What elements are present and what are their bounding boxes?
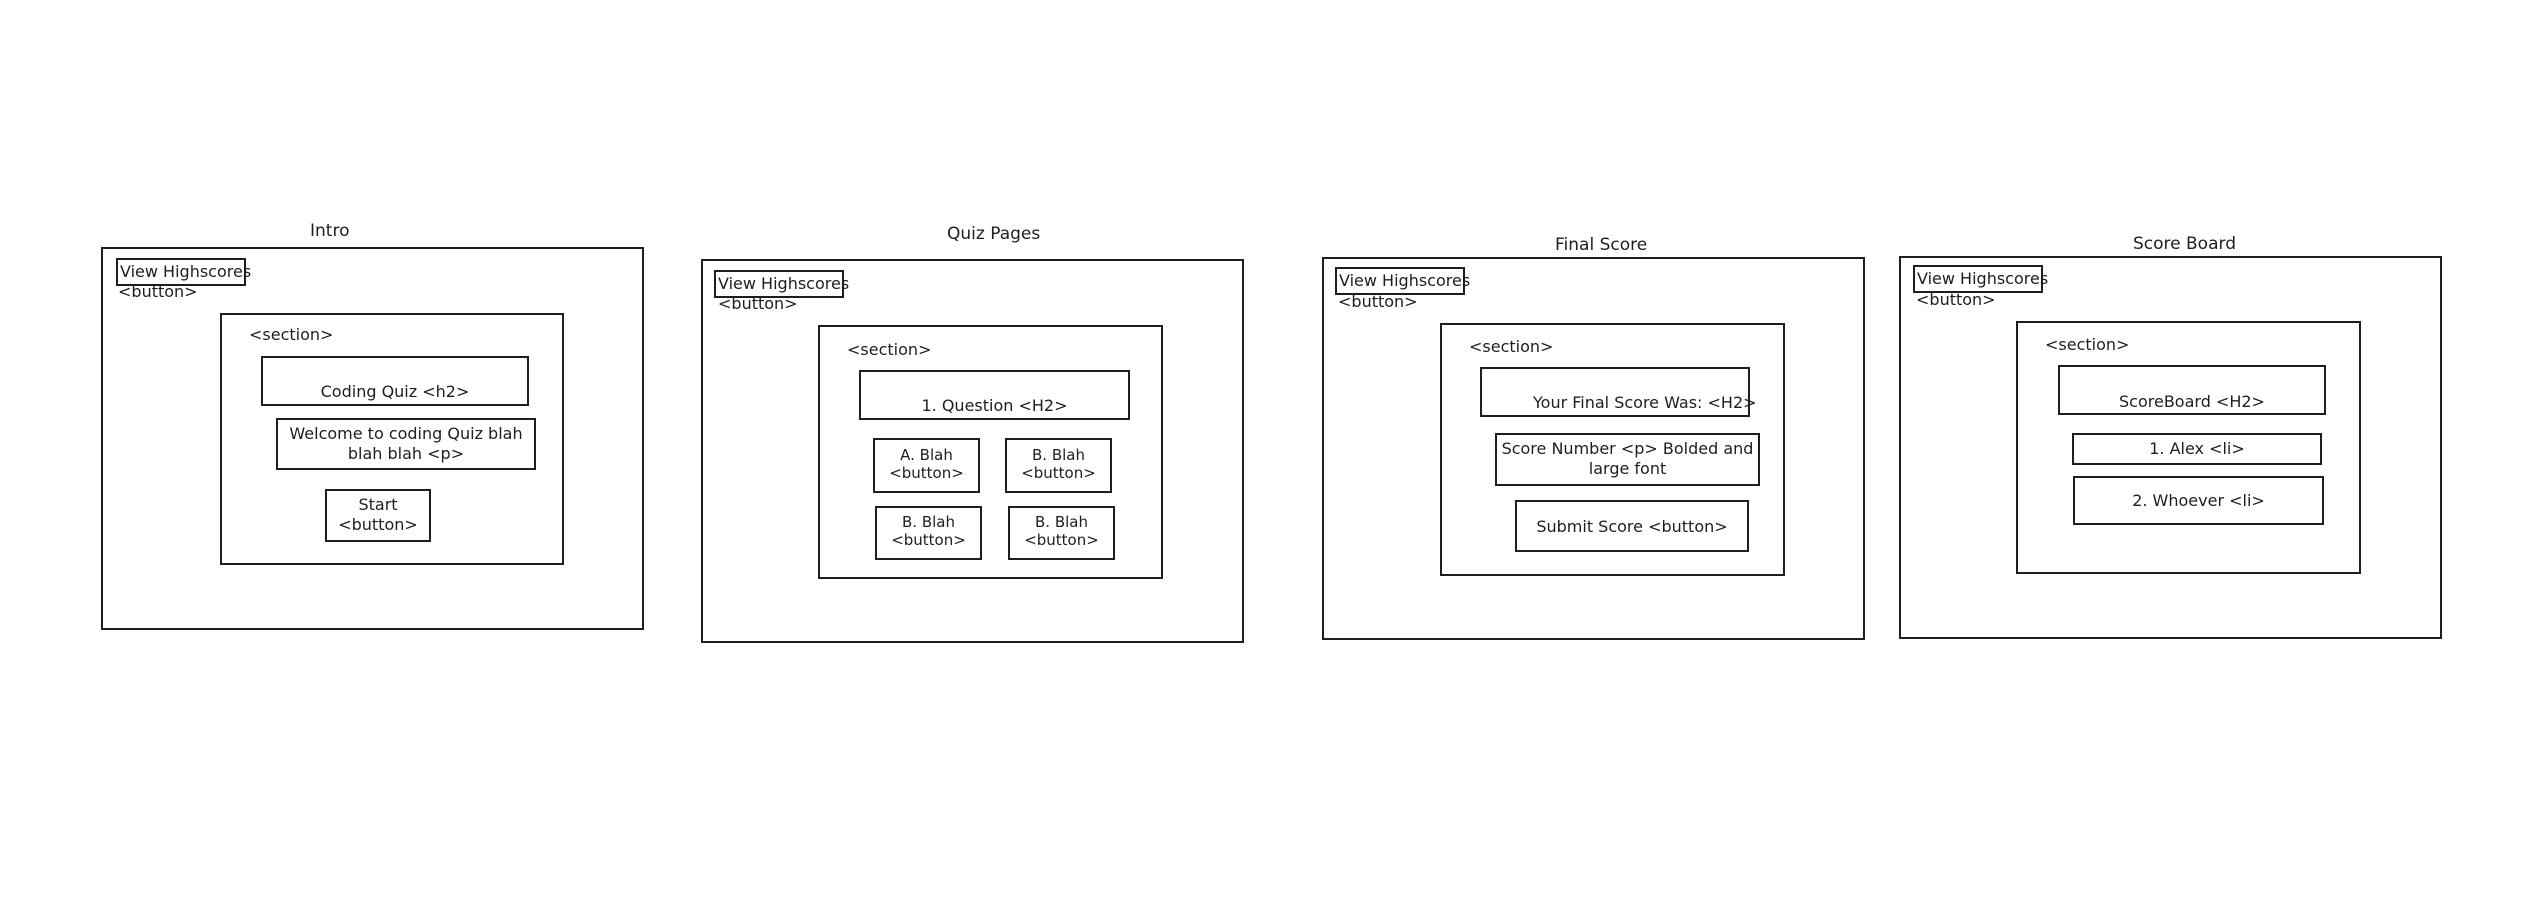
answer-a-button[interactable]: A. Blah <button> bbox=[873, 438, 980, 493]
view-highscores-button[interactable]: View Highscores bbox=[1913, 265, 2048, 293]
view-highscores-button[interactable]: View Highscores bbox=[1335, 267, 1470, 295]
view-highscores-label: View Highscores bbox=[1339, 271, 1471, 290]
view-highscores-label: View Highscores bbox=[718, 274, 850, 293]
frame-title: Score Board bbox=[2133, 234, 2236, 254]
answer-c-text: B. Blah <button> bbox=[891, 513, 966, 549]
start-button[interactable]: Start <button> bbox=[325, 489, 431, 542]
paragraph-text: Welcome to coding Quiz blah blah blah <p… bbox=[289, 424, 523, 463]
list-item-text: 1. Alex <li> bbox=[2149, 439, 2245, 458]
heading-box: Coding Quiz <h2> bbox=[261, 356, 529, 406]
paragraph-box: Welcome to coding Quiz blah blah blah <p… bbox=[276, 418, 536, 470]
view-highscores-tag: <button> bbox=[718, 294, 798, 313]
heading-text: Your Final Score Was: <H2> bbox=[1533, 393, 1757, 412]
section-label: <section> bbox=[847, 340, 932, 359]
view-highscores-tag: <button> bbox=[1338, 292, 1418, 311]
answer-b-text: B. Blah <button> bbox=[1021, 446, 1096, 482]
frame-title: Quiz Pages bbox=[947, 224, 1041, 244]
list-item-2: 2. Whoever <li> bbox=[2073, 476, 2324, 525]
view-highscores-label: View Highscores bbox=[1917, 269, 2049, 288]
list-item-1: 1. Alex <li> bbox=[2072, 433, 2322, 465]
frame-title: Intro bbox=[310, 221, 350, 241]
view-highscores-tag: <button> bbox=[118, 282, 198, 301]
answer-b-button[interactable]: B. Blah <button> bbox=[1005, 438, 1112, 493]
question-text: 1. Question <H2> bbox=[921, 396, 1068, 415]
section-label: <section> bbox=[2045, 335, 2130, 354]
section-label: <section> bbox=[1469, 337, 1554, 356]
answer-c-button[interactable]: B. Blah <button> bbox=[875, 506, 982, 560]
score-text: Score Number <p> Bolded and large font bbox=[1501, 439, 1754, 478]
heading-text: Coding Quiz <h2> bbox=[320, 382, 470, 401]
view-highscores-tag: <button> bbox=[1916, 290, 1996, 309]
heading-text: ScoreBoard <H2> bbox=[2119, 392, 2265, 411]
score-box: Score Number <p> Bolded and large font bbox=[1495, 433, 1760, 486]
heading-box: ScoreBoard <H2> bbox=[2058, 365, 2326, 415]
frame-title: Final Score bbox=[1555, 235, 1648, 255]
answer-a-text: A. Blah <button> bbox=[889, 446, 964, 482]
section-label: <section> bbox=[249, 325, 334, 344]
list-item-text: 2. Whoever <li> bbox=[2132, 491, 2265, 510]
answer-d-text: B. Blah <button> bbox=[1024, 513, 1099, 549]
view-highscores-label: View Highscores bbox=[120, 262, 252, 281]
answer-d-button[interactable]: B. Blah <button> bbox=[1008, 506, 1115, 560]
submit-score-button[interactable]: Submit Score <button> bbox=[1515, 500, 1749, 552]
question-box: 1. Question <H2> bbox=[859, 370, 1130, 420]
heading-box: Your Final Score Was: <H2> bbox=[1480, 367, 1757, 417]
submit-score-text: Submit Score <button> bbox=[1536, 517, 1728, 536]
start-button-text: Start <button> bbox=[338, 495, 418, 534]
